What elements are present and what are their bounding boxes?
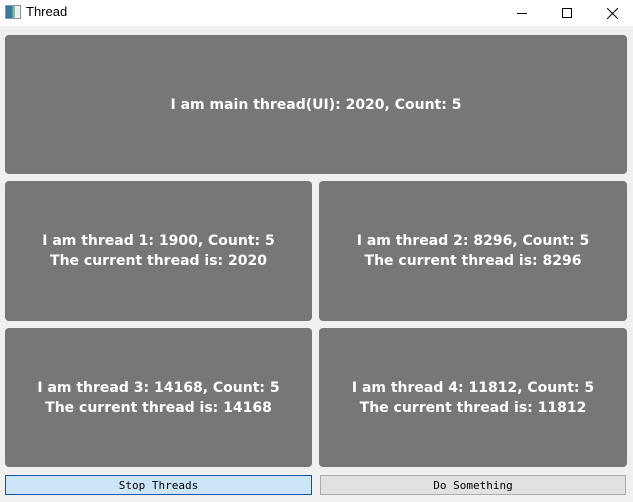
window-title: Thread: [26, 4, 68, 19]
title-bar: Thread: [0, 0, 633, 26]
thread-info-label: I am thread 1: 1900, Count: 5: [42, 233, 275, 249]
thread-info-label: I am thread 2: 8296, Count: 5: [356, 233, 590, 249]
thread-1-panel: I am thread 1: 1900, Count: 5 The curren…: [5, 181, 312, 321]
thread-3-panel: I am thread 3: 14168, Count: 5 The curre…: [5, 328, 312, 467]
stop-threads-button[interactable]: Stop Threads: [5, 475, 312, 495]
current-thread-label: The current thread is: 11812: [359, 399, 587, 416]
current-thread-label: The current thread is: 2020: [50, 253, 267, 269]
maximize-icon: [562, 8, 572, 18]
minimize-icon: [517, 13, 527, 14]
thread-4-panel: I am thread 4: 11812, Count: 5 The curre…: [319, 328, 627, 467]
main-thread-panel: I am main thread(UI): 2020, Count: 5: [5, 35, 627, 174]
thread-2-panel: I am thread 2: 8296, Count: 5 The curren…: [319, 181, 627, 321]
do-something-button[interactable]: Do Something: [320, 475, 626, 495]
minimize-button[interactable]: [499, 0, 545, 26]
close-button[interactable]: [589, 0, 633, 26]
app-icon: [5, 5, 21, 19]
current-thread-label: The current thread is: 14168: [45, 399, 272, 416]
maximize-button[interactable]: [544, 0, 590, 26]
thread-info-label: I am thread 3: 14168, Count: 5: [37, 379, 280, 396]
close-icon: [606, 7, 618, 19]
thread-info-label: I am thread 4: 11812, Count: 5: [351, 379, 595, 396]
current-thread-label: The current thread is: 8296: [364, 253, 582, 269]
main-thread-label: I am main thread(UI): 2020, Count: 5: [170, 96, 462, 113]
